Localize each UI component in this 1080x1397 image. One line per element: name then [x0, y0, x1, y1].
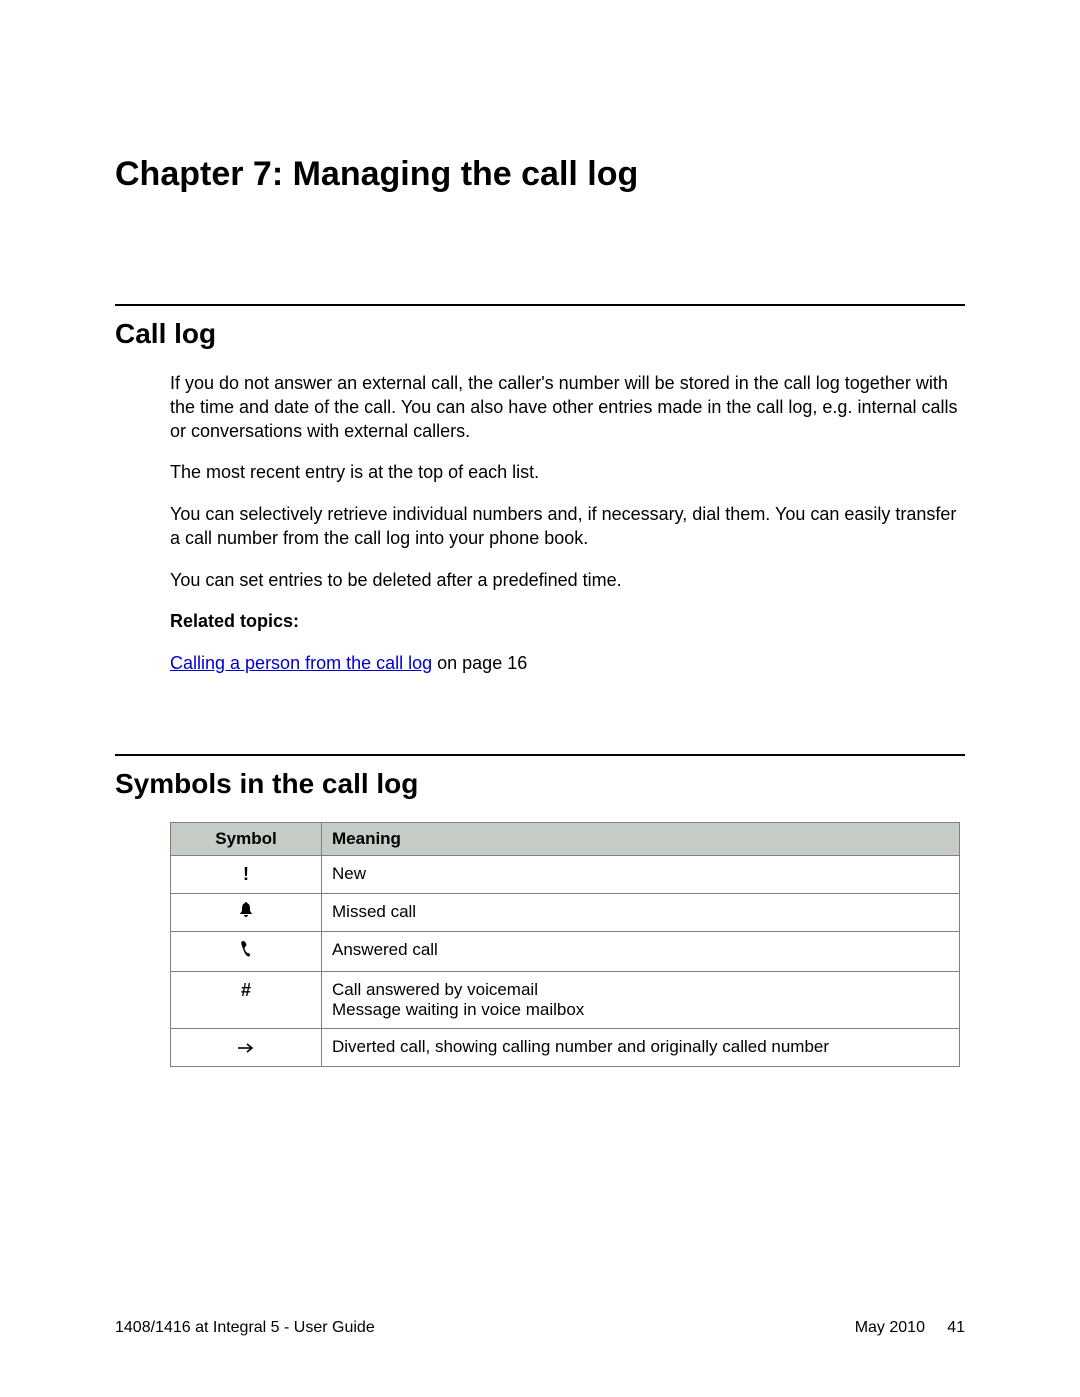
footer-right: May 2010 41	[855, 1319, 965, 1337]
section-rule	[115, 754, 965, 756]
col-header-symbol: Symbol	[171, 822, 322, 855]
table-row: Diverted call, showing calling number an…	[171, 1028, 960, 1066]
section-rule	[115, 304, 965, 306]
section-title-calllog: Call log	[115, 318, 965, 350]
symbol-cell	[171, 893, 322, 931]
exclamation-icon: !	[243, 865, 249, 883]
table-row: ! New	[171, 855, 960, 893]
meaning-cell: New	[322, 855, 960, 893]
symbol-cell: #	[171, 971, 322, 1028]
symbol-cell: !	[171, 855, 322, 893]
meaning-cell: Call answered by voicemailMessage waitin…	[322, 971, 960, 1028]
bell-icon	[239, 902, 253, 921]
footer-left: 1408/1416 at Integral 5 - User Guide	[115, 1319, 375, 1337]
hash-icon: #	[241, 981, 251, 999]
page: Chapter 7: Managing the call log Call lo…	[0, 0, 1080, 1067]
paragraph: If you do not answer an external call, t…	[170, 372, 965, 443]
table-row: Answered call	[171, 931, 960, 971]
handset-icon	[240, 940, 252, 961]
related-topic-link[interactable]: Calling a person from the call log	[170, 653, 432, 673]
table-row: # Call answered by voicemailMessage waiti…	[171, 971, 960, 1028]
symbols-table: Symbol Meaning ! NewMissed callAnswered c…	[170, 822, 960, 1067]
calllog-body: If you do not answer an external call, t…	[170, 372, 965, 676]
meaning-cell: Missed call	[322, 893, 960, 931]
related-topic-tail: on page 16	[432, 653, 527, 673]
section-title-symbols: Symbols in the call log	[115, 768, 965, 800]
table-header-row: Symbol Meaning	[171, 822, 960, 855]
related-topics-label: Related topics:	[170, 610, 965, 634]
meaning-cell: Diverted call, showing calling number an…	[322, 1028, 960, 1066]
col-header-meaning: Meaning	[322, 822, 960, 855]
symbol-cell	[171, 1028, 322, 1066]
paragraph: The most recent entry is at the top of e…	[170, 461, 965, 485]
paragraph: You can selectively retrieve individual …	[170, 503, 965, 551]
related-topic-line: Calling a person from the call log on pa…	[170, 652, 965, 676]
arrow-right-icon	[237, 1038, 255, 1056]
symbol-cell	[171, 931, 322, 971]
meaning-cell: Answered call	[322, 931, 960, 971]
paragraph: You can set entries to be deleted after …	[170, 569, 965, 593]
chapter-title: Chapter 7: Managing the call log	[115, 155, 965, 194]
page-footer: 1408/1416 at Integral 5 - User Guide May…	[115, 1319, 965, 1337]
table-row: Missed call	[171, 893, 960, 931]
